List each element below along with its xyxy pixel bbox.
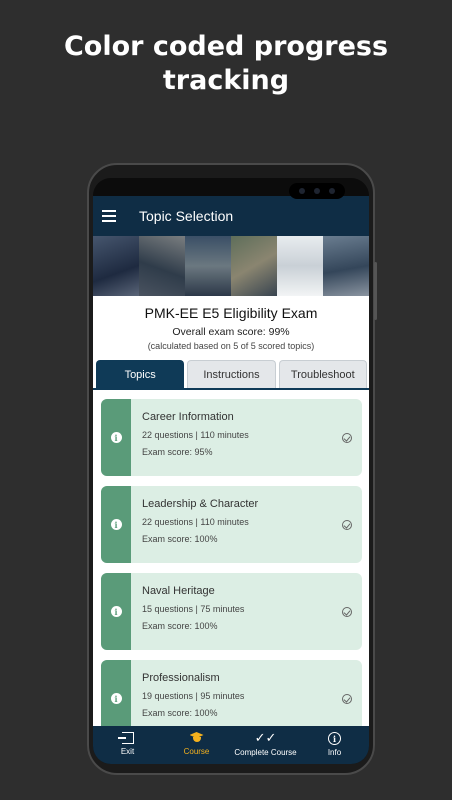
topic-score: Exam score: 95% (142, 447, 213, 457)
exam-summary: PMK-EE E5 Eligibility Exam Overall exam … (93, 296, 369, 360)
topic-title: Professionalism (142, 672, 220, 684)
exam-title: PMK-EE E5 Eligibility Exam (144, 305, 318, 321)
topic-title: Naval Heritage (142, 585, 215, 597)
banner-photo-collage (93, 236, 369, 296)
exam-overall-score: Overall exam score: 99% (172, 326, 290, 338)
nav-exit[interactable]: Exit (93, 726, 162, 764)
promo-line-1: Color coded progress (63, 31, 389, 62)
bottom-navigation: Exit Course ✓✓ Complete Course i Info (93, 726, 369, 764)
topic-score: Exam score: 100% (142, 708, 218, 718)
exam-score-note: (calculated based on 5 of 5 scored topic… (147, 341, 315, 351)
topic-meta: 22 questions | 110 minutes (142, 430, 249, 440)
check-circle-icon (342, 606, 352, 617)
topic-meta: 15 questions | 75 minutes (142, 604, 245, 614)
check-circle-icon (342, 693, 352, 704)
topic-card-strip: i (101, 486, 131, 563)
nav-exit-label: Exit (120, 747, 135, 756)
topic-card-strip: i (101, 573, 131, 650)
banner-photo-2 (139, 236, 185, 296)
tab-bar: Topics Instructions Troubleshoot (93, 360, 369, 390)
topic-title: Career Information (142, 411, 234, 423)
phone-screen: Topic Selection PMK-EE E5 Eligibility Ex… (93, 178, 369, 764)
topic-card[interactable]: i Professionalism 19 questions | 95 minu… (101, 660, 362, 726)
topic-card[interactable]: i Leadership & Character 22 questions | … (101, 486, 362, 563)
tab-troubleshoot[interactable]: Troubleshoot (278, 360, 367, 388)
nav-complete-course[interactable]: ✓✓ Complete Course (231, 726, 300, 764)
banner-photo-6 (323, 236, 369, 296)
info-icon[interactable]: i (110, 693, 122, 704)
topic-list: i Career Information 22 questions | 110 … (93, 390, 369, 726)
camera-cutout (289, 183, 345, 199)
topic-card-strip: i (101, 660, 131, 726)
phone-side-button (374, 262, 377, 320)
promo-headline: Color coded progress tracking (0, 30, 452, 98)
nav-course-label: Course (183, 747, 210, 756)
topic-card-strip: i (101, 399, 131, 476)
topic-title: Leadership & Character (142, 498, 259, 510)
status-bar (93, 178, 369, 199)
info-icon[interactable]: i (110, 606, 122, 617)
info-icon[interactable]: i (110, 432, 122, 443)
banner-photo-3 (185, 236, 231, 296)
banner-photo-5 (277, 236, 323, 296)
check-circle-icon (342, 432, 352, 443)
nav-info[interactable]: i Info (300, 726, 369, 764)
topic-card[interactable]: i Career Information 22 questions | 110 … (101, 399, 362, 476)
page-title: Topic Selection (139, 208, 234, 224)
tab-topics[interactable]: Topics (96, 360, 185, 388)
tab-instructions[interactable]: Instructions (187, 360, 276, 388)
exit-icon (117, 732, 134, 744)
topic-meta: 19 questions | 95 minutes (142, 691, 245, 701)
nav-complete-course-label: Complete Course (234, 748, 297, 757)
topic-score: Exam score: 100% (142, 621, 218, 631)
double-check-icon: ✓✓ (254, 731, 277, 746)
banner-photo-1 (93, 236, 139, 296)
banner-photo-4 (231, 236, 277, 296)
nav-course[interactable]: Course (162, 726, 231, 764)
hamburger-menu-icon[interactable] (102, 210, 116, 222)
topic-card[interactable]: i Naval Heritage 15 questions | 75 minut… (101, 573, 362, 650)
app-bar: Topic Selection (93, 196, 369, 236)
topic-score: Exam score: 100% (142, 534, 218, 544)
promo-line-2: tracking (162, 65, 290, 96)
nav-info-label: Info (327, 748, 342, 757)
info-icon: i (328, 732, 341, 745)
graduation-cap-icon (189, 732, 205, 744)
check-circle-icon (342, 519, 352, 530)
topic-meta: 22 questions | 110 minutes (142, 517, 249, 527)
info-icon[interactable]: i (110, 519, 122, 530)
